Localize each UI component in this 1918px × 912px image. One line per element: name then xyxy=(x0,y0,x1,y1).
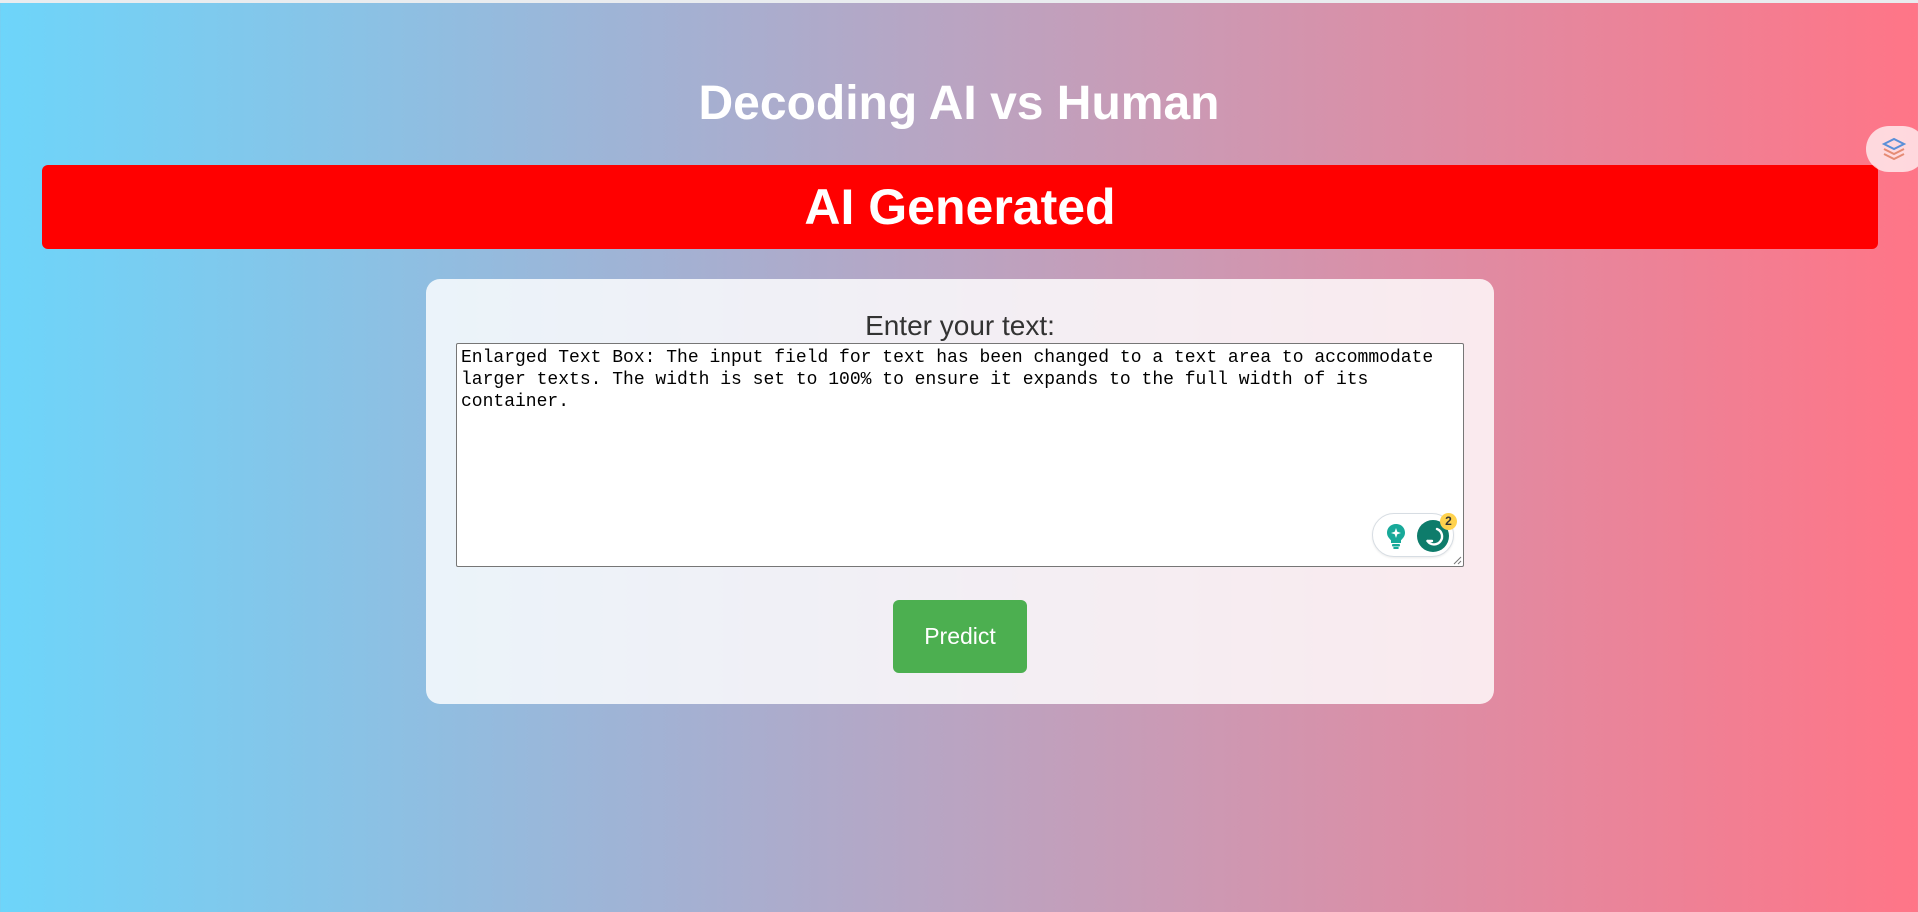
resize-grip-icon[interactable] xyxy=(1452,555,1462,565)
page-title: Decoding AI vs Human xyxy=(698,77,1220,130)
prediction-result-label: AI Generated xyxy=(804,179,1116,235)
text-input-area[interactable]: Enlarged Text Box: The input field for t… xyxy=(456,343,1464,567)
predict-button[interactable]: Predict xyxy=(893,600,1027,673)
prediction-result-banner: AI Generated xyxy=(42,165,1878,249)
writing-assistant-widget[interactable]: 2 xyxy=(1372,513,1457,557)
prediction-form-card: Enter your text: Enlarged Text Box: The … xyxy=(426,279,1494,704)
top-border xyxy=(0,0,1918,3)
floating-extension-button[interactable] xyxy=(1866,126,1918,172)
floating-extension-icon xyxy=(1881,137,1907,161)
text-input-label: Enter your text: xyxy=(865,310,1055,341)
lightbulb-sparkle-icon[interactable] xyxy=(1383,522,1409,550)
notification-badge: 2 xyxy=(1440,513,1457,530)
